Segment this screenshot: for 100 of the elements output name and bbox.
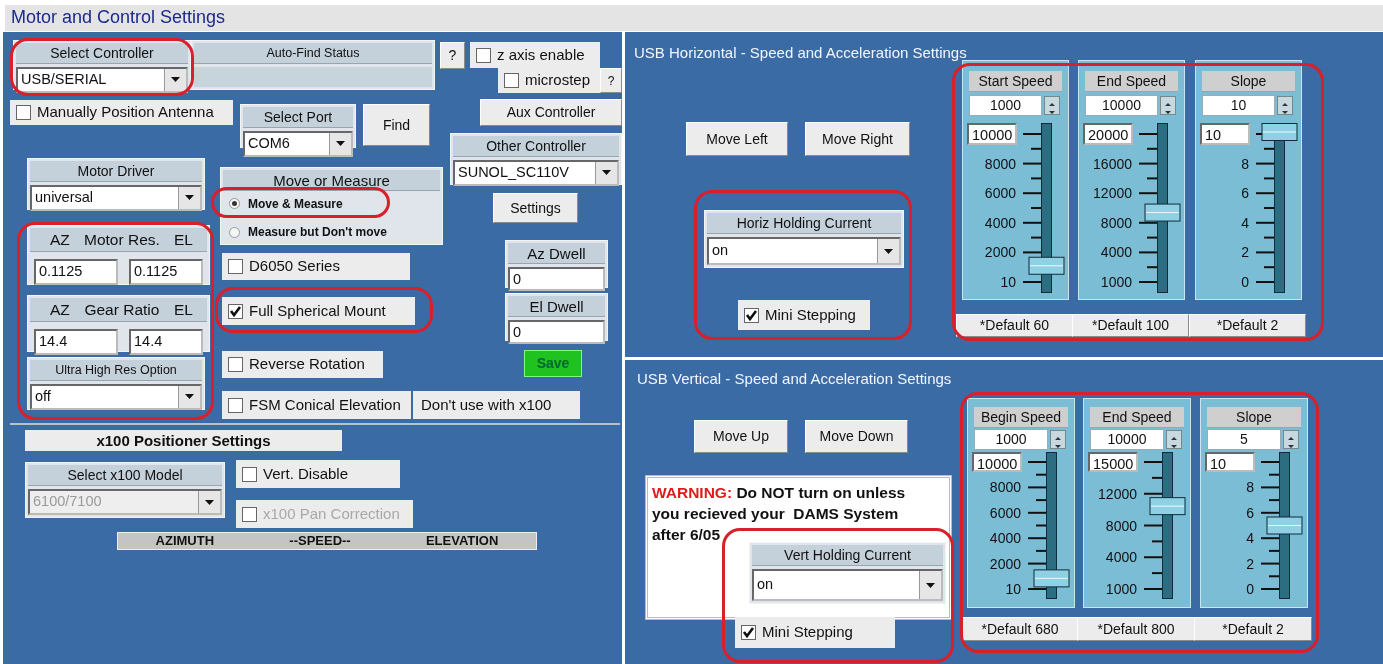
checkbox[interactable]: Mini Stepping — [738, 300, 870, 330]
tick-label: 1000 — [1100, 274, 1132, 290]
caret-icon[interactable] — [164, 69, 186, 91]
checkbox-square[interactable] — [228, 357, 243, 372]
slider[interactable] — [1254, 123, 1300, 293]
checkbox[interactable]: Full Spherical Mount — [222, 297, 415, 325]
checkbox[interactable]: Mini Stepping — [735, 617, 895, 648]
slider-thumb[interactable] — [1033, 569, 1070, 588]
slider[interactable] — [1137, 123, 1183, 293]
checkbox-square[interactable] — [741, 625, 756, 640]
move-button[interactable]: Move Up — [694, 420, 788, 453]
slider-thumb[interactable] — [1028, 256, 1065, 275]
spin-field[interactable]: 10 — [1202, 95, 1275, 116]
input-field[interactable]: 0 — [508, 267, 605, 291]
dropdown[interactable]: off — [30, 384, 202, 410]
caret-icon[interactable] — [178, 386, 200, 408]
aux-controller-button[interactable]: Aux Controller — [480, 99, 622, 126]
radio-dot[interactable] — [229, 198, 240, 210]
radio-dot[interactable] — [229, 226, 240, 238]
input-field[interactable]: 15000 — [1088, 452, 1138, 472]
tick-label: 4000 — [989, 530, 1021, 547]
default-button[interactable]: *Default 2 — [1189, 314, 1306, 337]
move-button[interactable]: Move Down — [805, 420, 908, 453]
spin-field[interactable]: 1000 — [969, 95, 1042, 116]
spinner-icon[interactable] — [1160, 96, 1176, 115]
default-button[interactable]: *Default 680 — [961, 617, 1079, 641]
checkbox[interactable]: microstep — [498, 68, 600, 93]
input-field[interactable]: 10 — [1205, 452, 1255, 472]
help-button[interactable]: ? — [600, 68, 622, 93]
slider-thumb[interactable] — [1261, 123, 1298, 141]
radio-option[interactable]: Measure but Don't move — [223, 222, 387, 242]
input-field[interactable]: 14.4 — [129, 329, 203, 355]
checkbox-square[interactable] — [744, 307, 759, 323]
help-button[interactable]: ? — [440, 42, 465, 69]
tick-label: 4000 — [1100, 244, 1132, 261]
caret-icon[interactable] — [329, 133, 351, 155]
tick-label: 8000 — [984, 155, 1016, 172]
radio-option[interactable]: Move & Measure — [223, 194, 343, 214]
default-button[interactable]: *Default 800 — [1077, 617, 1195, 641]
find-button[interactable]: Find — [363, 104, 430, 146]
input-field[interactable]: 0.1125 — [129, 259, 203, 285]
checkbox-square[interactable] — [504, 73, 519, 88]
checkbox-square[interactable] — [16, 105, 31, 120]
spin-field[interactable]: 10000 — [1085, 95, 1158, 116]
dropdown[interactable]: USB/SERIAL — [16, 67, 188, 93]
checkbox[interactable]: Reverse Rotation — [222, 351, 383, 378]
input-field[interactable]: 10 — [1200, 123, 1250, 145]
dropdown[interactable]: COM6 — [243, 131, 353, 157]
checkbox-square[interactable] — [242, 466, 257, 482]
spinner-icon[interactable] — [1277, 96, 1293, 115]
input-field[interactable]: 0 — [508, 320, 605, 344]
field-label: Start Speed — [969, 71, 1062, 92]
dropdown[interactable]: on — [752, 569, 943, 601]
caret-icon[interactable] — [595, 162, 617, 184]
input-field[interactable]: 20000 — [1083, 123, 1133, 145]
dropdown[interactable]: SUNOL_SC110V — [453, 160, 619, 186]
caret-icon[interactable] — [178, 187, 200, 209]
spin-field[interactable]: 10000 — [1090, 429, 1164, 450]
input-field[interactable]: 10000 — [972, 452, 1022, 472]
section-title: USB Vertical - Speed and Acceleration Settings — [637, 369, 953, 388]
slider-thumb[interactable] — [1144, 203, 1181, 222]
checkbox[interactable]: D6050 Series — [222, 253, 410, 280]
tick-label: 0 — [1241, 274, 1249, 290]
checkbox-square[interactable] — [228, 397, 243, 413]
input-field[interactable]: 14.4 — [34, 329, 118, 355]
field-label: Other Controller — [453, 136, 619, 157]
spinner-icon[interactable] — [1044, 96, 1060, 115]
dropdown[interactable]: on — [707, 237, 901, 265]
checkbox[interactable]: Vert. Disable — [236, 460, 400, 488]
axis-label: AZ — [50, 299, 70, 320]
spin-field[interactable]: 1000 — [974, 429, 1048, 450]
checkbox[interactable]: Manually Position Antenna — [10, 100, 233, 125]
dropdown[interactable]: universal — [30, 185, 202, 211]
checkbox[interactable]: z axis enable — [470, 42, 600, 68]
slider-thumb[interactable] — [1266, 516, 1303, 535]
checkbox-square[interactable] — [228, 259, 243, 274]
tick-label: 8000 — [1105, 517, 1137, 534]
move-button[interactable]: Move Right — [805, 122, 910, 156]
slider-thumb[interactable] — [1149, 497, 1186, 516]
default-button[interactable]: *Default 100 — [1072, 314, 1189, 337]
slider[interactable] — [1026, 452, 1072, 599]
move-button[interactable]: Move Left — [686, 122, 788, 156]
checkbox-square[interactable] — [228, 303, 243, 319]
spinner-icon[interactable] — [1283, 430, 1299, 449]
spin-field[interactable]: 5 — [1207, 429, 1281, 450]
input-field[interactable]: 10000 — [967, 123, 1017, 145]
checkbox[interactable]: FSM Conical Elevation — [222, 391, 411, 419]
slider[interactable] — [1259, 452, 1305, 599]
spinner-icon[interactable] — [1166, 430, 1182, 449]
slider[interactable] — [1021, 123, 1067, 293]
default-button[interactable]: *Default 2 — [1194, 617, 1312, 641]
checkbox-square[interactable] — [476, 47, 491, 63]
caret-icon[interactable] — [919, 571, 941, 599]
spinner-icon[interactable] — [1050, 430, 1066, 449]
slider[interactable] — [1142, 452, 1188, 599]
input-field[interactable]: 0.1125 — [34, 259, 118, 285]
settings-button[interactable]: Settings — [493, 193, 578, 223]
default-button[interactable]: *Default 60 — [956, 314, 1073, 337]
caret-icon[interactable] — [877, 239, 899, 263]
field-label: Ultra High Res Option — [30, 360, 202, 381]
